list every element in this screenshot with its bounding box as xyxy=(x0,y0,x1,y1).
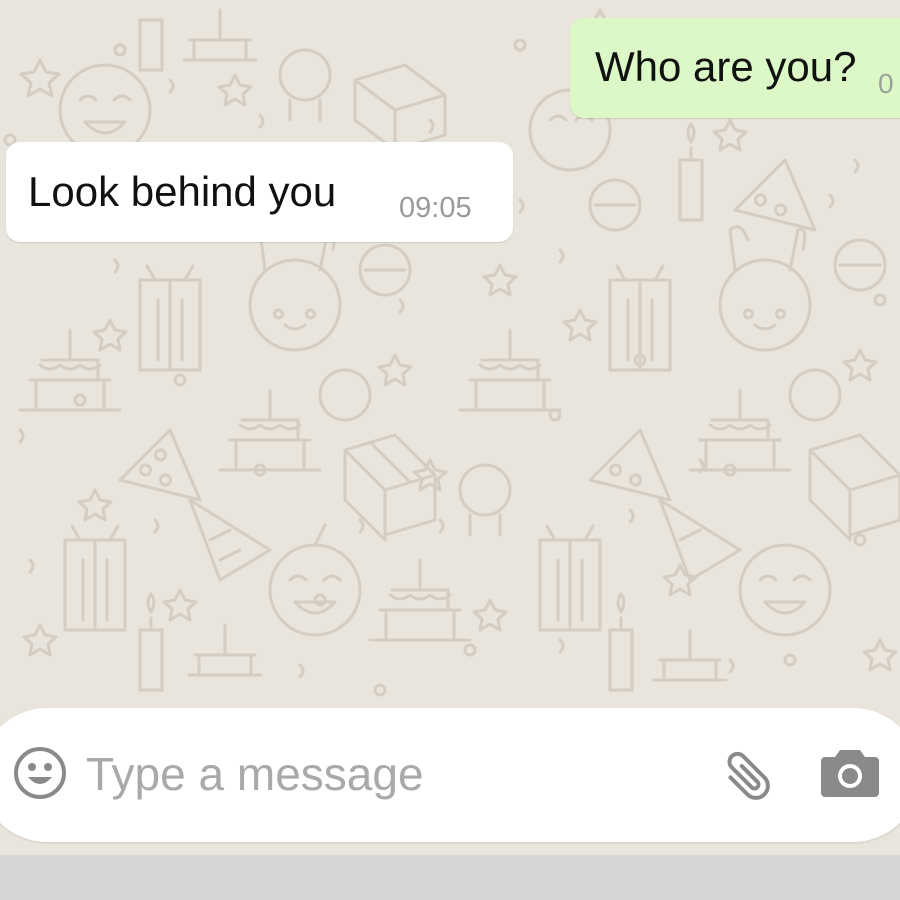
message-input[interactable] xyxy=(86,742,686,806)
incoming-message-bubble[interactable]: Look behind you 09:05 xyxy=(6,142,513,242)
outgoing-message-text: Who are you? xyxy=(595,43,857,90)
incoming-message-text: Look behind you xyxy=(28,168,337,215)
emoji-icon xyxy=(14,747,66,799)
bottom-navigation-strip xyxy=(0,855,900,900)
incoming-message-time: 09:05 xyxy=(399,192,472,224)
outgoing-message-time: 0 xyxy=(878,68,894,99)
attach-button[interactable] xyxy=(712,744,780,808)
emoji-button[interactable] xyxy=(12,745,68,801)
camera-icon xyxy=(821,750,879,797)
outgoing-message-bubble[interactable]: Who are you? 0 xyxy=(570,18,900,118)
camera-button[interactable] xyxy=(820,744,880,800)
chat-screen: Who are you? 0 Look behind you 09:05 xyxy=(0,0,900,900)
paperclip-icon xyxy=(727,751,770,800)
